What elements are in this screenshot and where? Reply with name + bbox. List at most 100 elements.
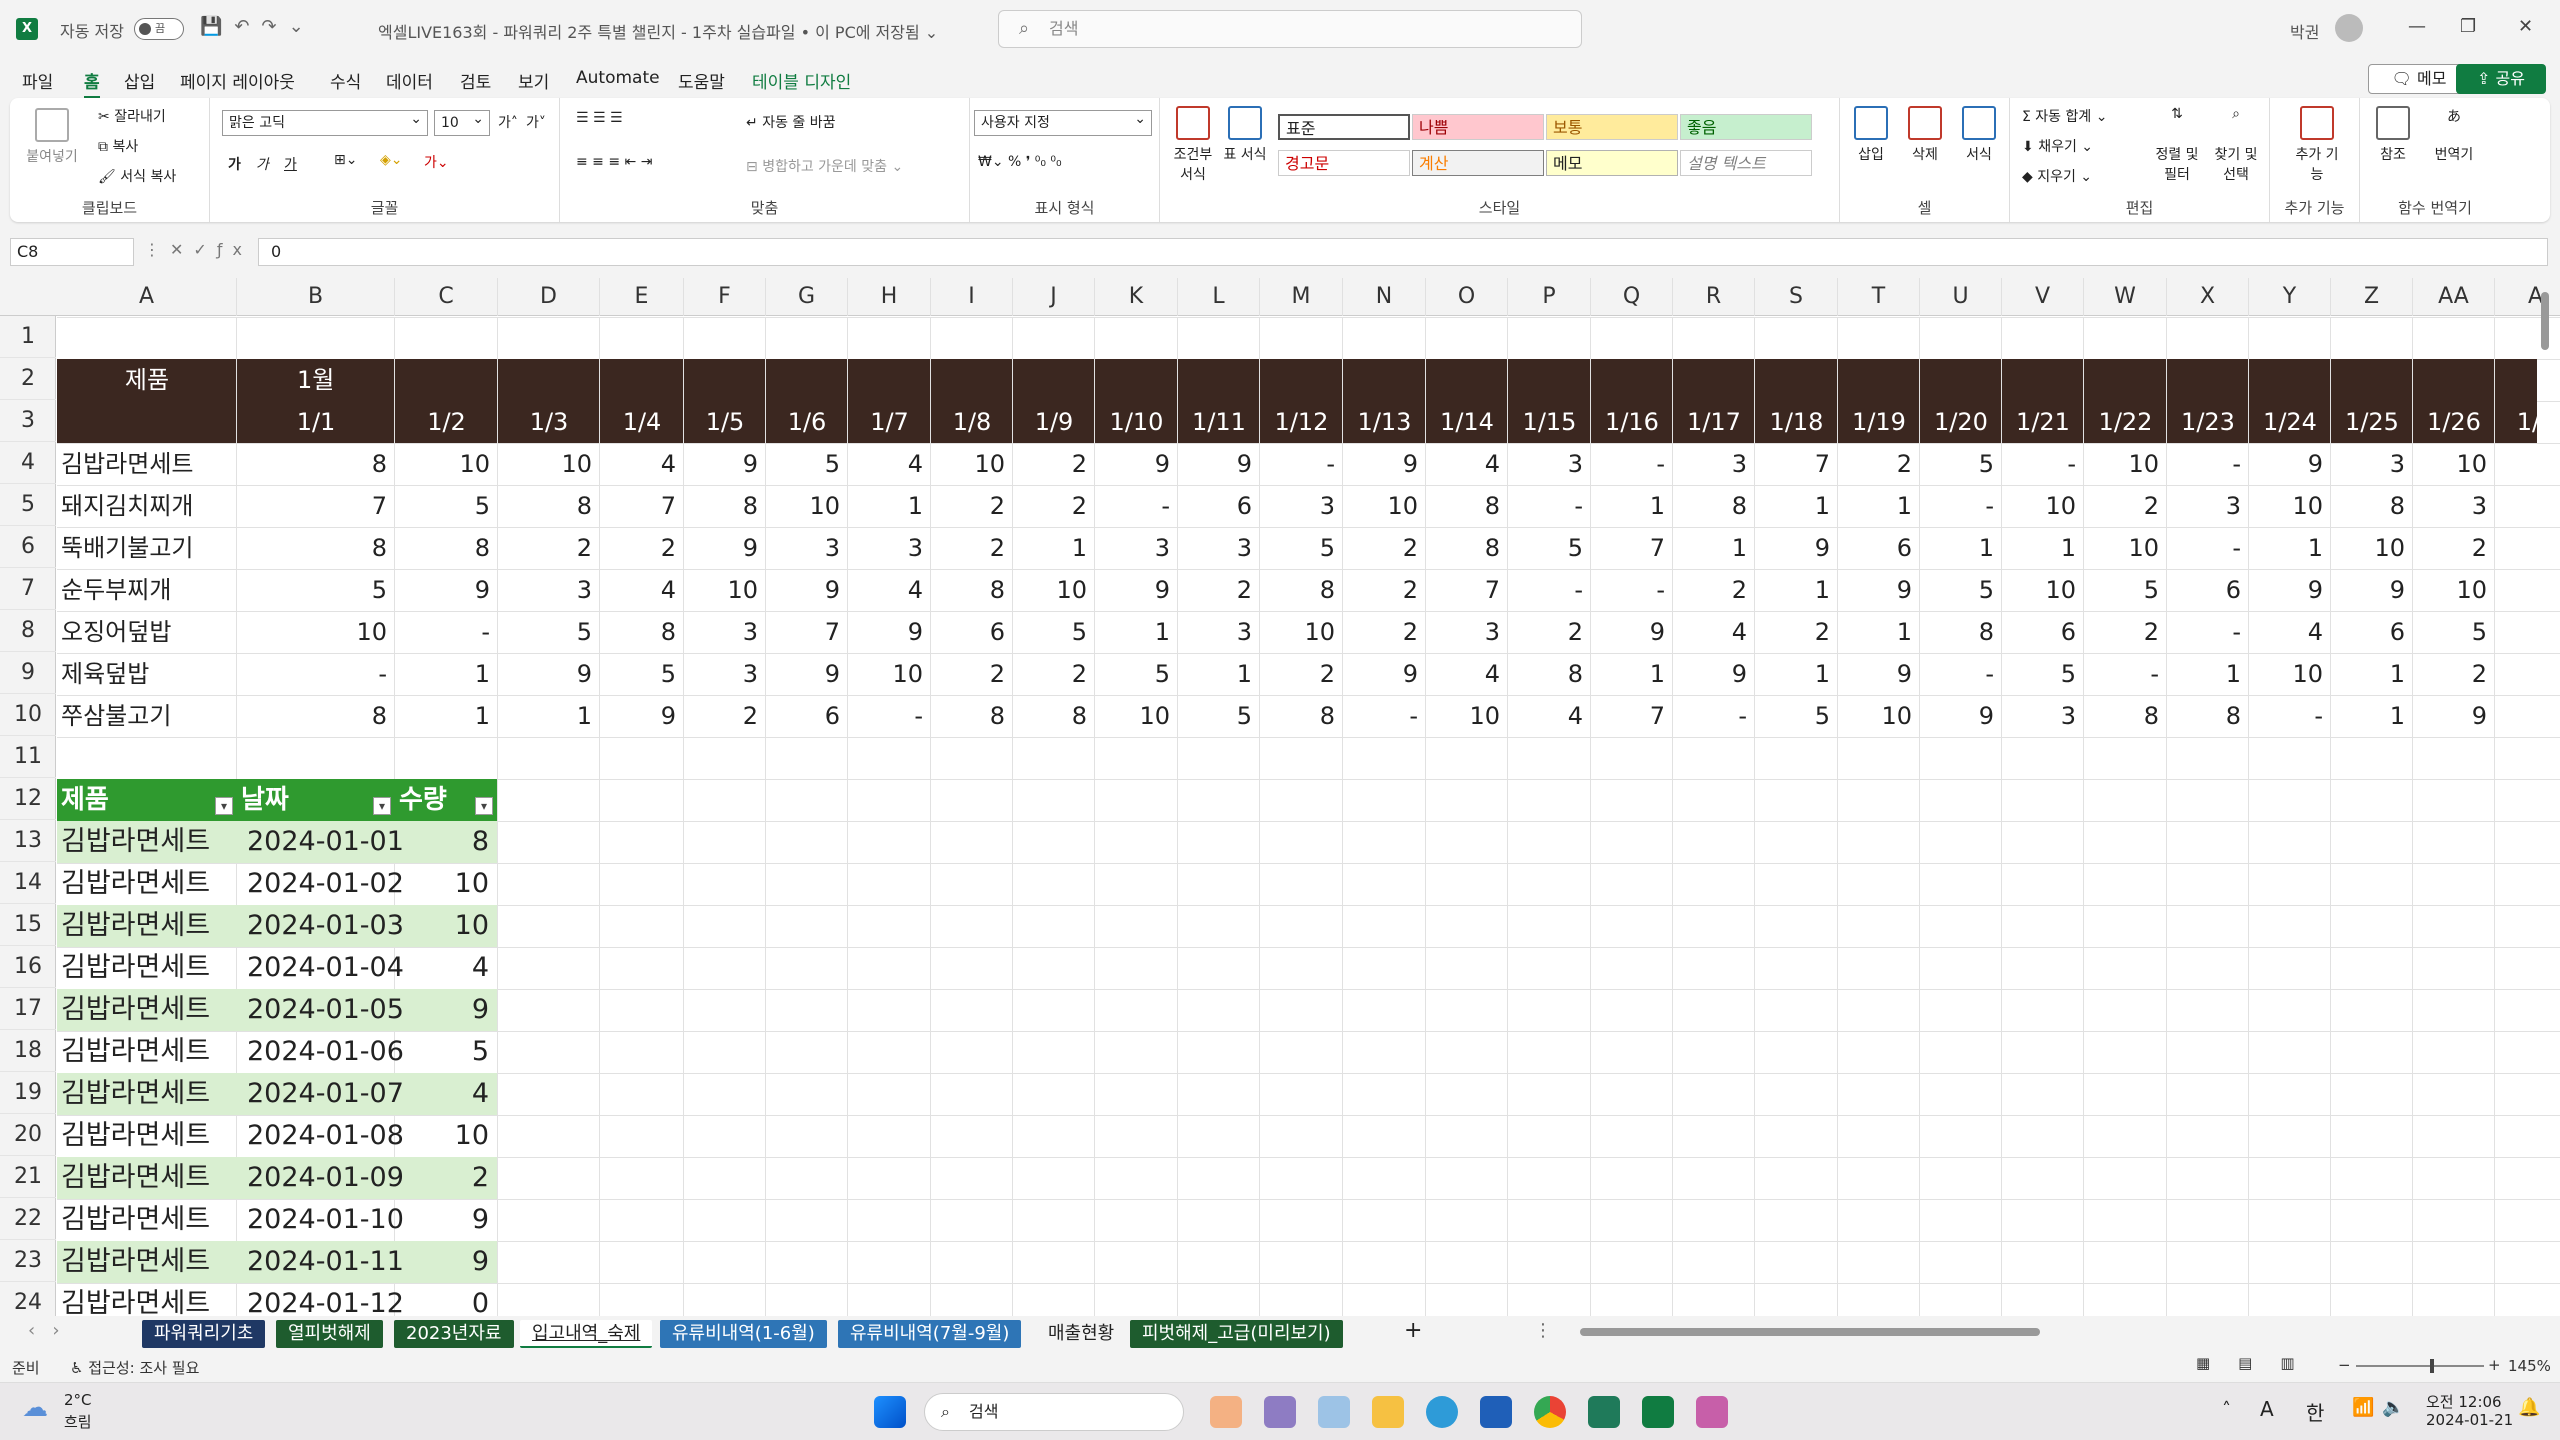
pivot-value-cell[interactable]: 1	[1920, 527, 2002, 569]
pivot-value-cell[interactable]: 1	[2331, 653, 2413, 695]
pivot-value-cell[interactable]: 5	[1508, 527, 1591, 569]
table-row[interactable]: 김밥라면세트 2024-01-04 4	[57, 947, 497, 989]
pivot-value-cell[interactable]: 1	[1591, 485, 1673, 527]
column-header[interactable]: W	[2084, 278, 2167, 316]
pivot-value-cell[interactable]: 8	[1013, 695, 1095, 737]
windows-start-icon[interactable]	[874, 1396, 906, 1428]
pivot-value-cell[interactable]: 9	[1343, 443, 1426, 485]
translator-button[interactable]: あ 번역기	[2426, 106, 2482, 164]
pivot-value-cell[interactable]: 2	[1508, 611, 1591, 653]
insert-cells-button[interactable]: 삽입	[1848, 106, 1894, 164]
chrome-icon[interactable]	[1534, 1396, 1566, 1428]
pivot-value-cell[interactable]: -	[1591, 569, 1673, 611]
row-header[interactable]: 14	[0, 862, 56, 904]
pivot-value-cell[interactable]: 9	[1838, 569, 1920, 611]
pivot-value-cell[interactable]: 3	[766, 527, 848, 569]
pivot-value-cell[interactable]: 2	[2413, 527, 2495, 569]
tab-help[interactable]: 도움말	[678, 68, 725, 93]
pivot-value-cell[interactable]: 5	[1095, 653, 1178, 695]
pivot-value-cell[interactable]: 1	[1591, 653, 1673, 695]
pivot-value-cell[interactable]: -	[1673, 695, 1755, 737]
pivot-value-cell[interactable]: 3	[498, 569, 600, 611]
pivot-value-cell[interactable]: 3	[1260, 485, 1343, 527]
pivot-value-cell[interactable]: 8	[1920, 611, 2002, 653]
pivot-value-cell[interactable]: 1	[1755, 653, 1838, 695]
pivot-value-cell[interactable]: 3	[684, 611, 766, 653]
pivot-value-cell[interactable]: 9	[1673, 653, 1755, 695]
pivot-value-cell[interactable]: -	[2167, 443, 2249, 485]
pivot-value-cell[interactable]: 6	[1838, 527, 1920, 569]
pivot-value-cell[interactable]: 3	[2167, 485, 2249, 527]
tray-expand-icon[interactable]: ˄	[2222, 1399, 2231, 1420]
row-header[interactable]: 24	[0, 1282, 56, 1316]
pivot-value-cell[interactable]: 4	[2249, 611, 2331, 653]
column-header[interactable]: D	[498, 278, 600, 316]
avatar[interactable]	[2335, 14, 2363, 42]
table-row[interactable]: 김밥라면세트 2024-01-12 0	[57, 1283, 497, 1316]
pivot-value-cell[interactable]: -	[848, 695, 931, 737]
pivot-value-cell[interactable]: 9	[684, 443, 766, 485]
pivot-value-cell[interactable]: -	[1508, 485, 1591, 527]
table-row[interactable]: 김밥라면세트 2024-01-06 5	[57, 1031, 497, 1073]
pivot-value-cell[interactable]: 9	[766, 653, 848, 695]
tab-view[interactable]: 보기	[518, 68, 549, 93]
pivot-value-cell[interactable]: 2	[2084, 611, 2167, 653]
pivot-value-cell[interactable]: 9	[766, 569, 848, 611]
user-name[interactable]: 박권	[2290, 19, 2319, 43]
memo-button[interactable]: 🗨 메모	[2368, 64, 2470, 94]
pivot-value-cell[interactable]: 5	[498, 611, 600, 653]
pivot-value-cell[interactable]: 8	[931, 569, 1013, 611]
pivot-value-cell[interactable]: 2	[931, 653, 1013, 695]
sheet-tab[interactable]: 매출현황	[1036, 1320, 1127, 1348]
row-header[interactable]: 17	[0, 988, 56, 1030]
column-header[interactable]: C	[395, 278, 498, 316]
minimize-button[interactable]: —	[2408, 16, 2426, 37]
pivot-value-cell[interactable]: 4	[600, 443, 684, 485]
pivot-value-cell[interactable]: 10	[2413, 569, 2495, 611]
pivot-value-cell[interactable]: 5	[1178, 695, 1260, 737]
pivot-value-cell[interactable]: 2	[1343, 569, 1426, 611]
pivot-value-cell[interactable]: -	[2167, 527, 2249, 569]
pivot-value-cell[interactable]: 6	[2331, 611, 2413, 653]
pivot-value-cell[interactable]: 3	[848, 527, 931, 569]
row-header[interactable]: 10	[0, 694, 56, 736]
pivot-value-cell[interactable]: 9	[1343, 653, 1426, 695]
pivot-value-cell[interactable]: 9	[1920, 695, 2002, 737]
row-header[interactable]: 6	[0, 526, 56, 568]
row-header[interactable]: 21	[0, 1156, 56, 1198]
pivot-value-cell[interactable]: 4	[1426, 443, 1508, 485]
tab-data[interactable]: 데이터	[386, 68, 433, 93]
pivot-value-cell[interactable]: 2	[498, 527, 600, 569]
pivot-value-cell[interactable]: 1	[1755, 569, 1838, 611]
grow-font-button[interactable]: 가˄	[498, 112, 518, 132]
pivot-value-cell[interactable]: -	[1343, 695, 1426, 737]
pivot-value-cell[interactable]: 8	[395, 527, 498, 569]
pivot-value-cell[interactable]: 10	[2331, 527, 2413, 569]
pivot-value-cell[interactable]: 3	[2413, 485, 2495, 527]
table-row[interactable]: 김밥라면세트 2024-01-09 2	[57, 1157, 497, 1199]
style-normal[interactable]: 표준	[1278, 114, 1410, 140]
pivot-value-cell[interactable]: 7	[237, 485, 395, 527]
pivot-value-cell[interactable]: 8	[684, 485, 766, 527]
taskbar-search[interactable]: ⌕ 검색	[924, 1393, 1184, 1431]
style-calc[interactable]: 계산	[1412, 150, 1544, 176]
row-header[interactable]: 2	[0, 358, 56, 400]
horizontal-scrollbar[interactable]	[1568, 1326, 2528, 1338]
column-header[interactable]: H	[848, 278, 931, 316]
pivot-value-cell[interactable]: 4	[600, 569, 684, 611]
pivot-value-cell[interactable]: 10	[2002, 485, 2084, 527]
shrink-font-button[interactable]: 가˅	[526, 112, 546, 132]
pivot-value-cell[interactable]: 4	[848, 569, 931, 611]
pivot-value-cell[interactable]: 10	[2249, 485, 2331, 527]
pivot-value-cell[interactable]: 3	[1178, 611, 1260, 653]
tab-page-layout[interactable]: 페이지 레이아웃	[180, 68, 295, 93]
pivot-value-cell[interactable]: 10	[1260, 611, 1343, 653]
pivot-value-cell[interactable]: 1	[2002, 527, 2084, 569]
clock-time[interactable]: 오전 12:06	[2426, 1391, 2502, 1412]
row-header[interactable]: 16	[0, 946, 56, 988]
close-button[interactable]: ✕	[2518, 16, 2533, 37]
pivot-value-cell[interactable]: 1	[1095, 611, 1178, 653]
column-header[interactable]: R	[1673, 278, 1755, 316]
pivot-value-cell[interactable]: 5	[600, 653, 684, 695]
tab-table-design[interactable]: 테이블 디자인	[752, 68, 851, 93]
